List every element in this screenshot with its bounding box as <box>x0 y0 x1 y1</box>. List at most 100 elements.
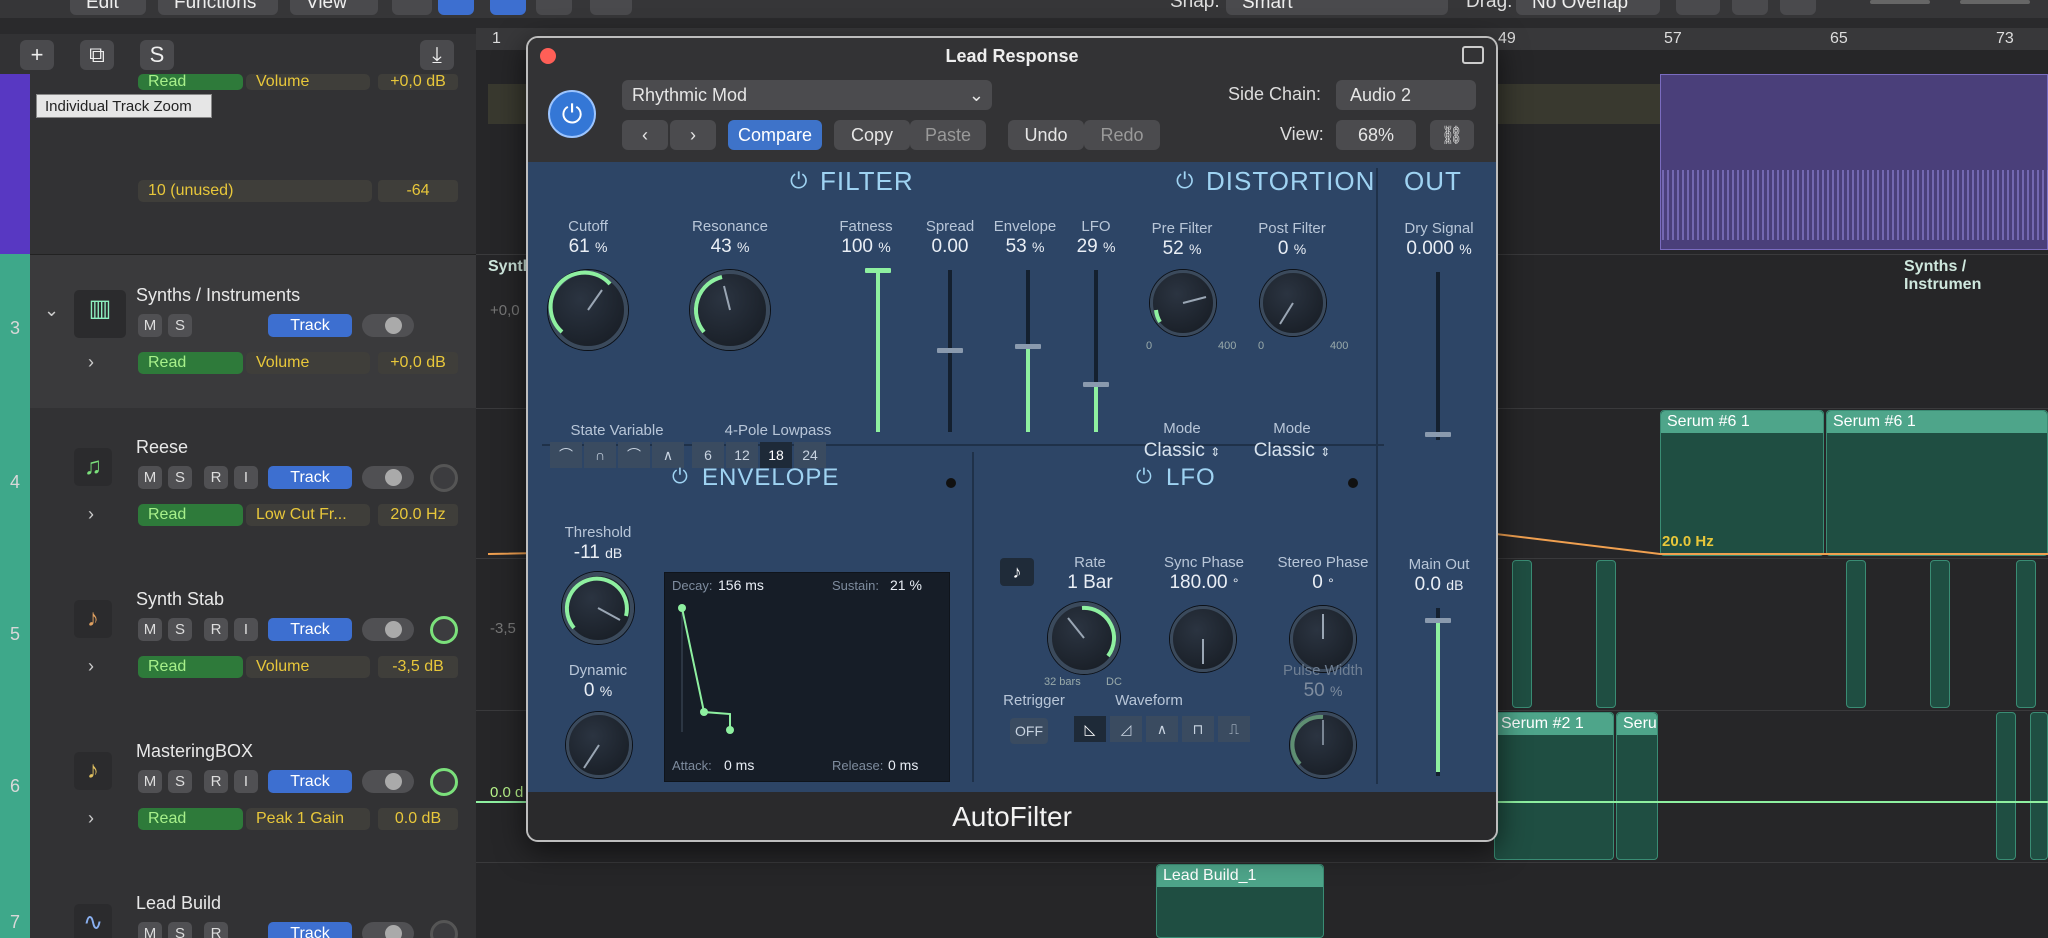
track-button[interactable]: Track <box>268 466 352 489</box>
expand-chevron-icon[interactable]: › <box>88 352 94 373</box>
track-button[interactable]: Track <box>268 770 352 793</box>
undo-button[interactable]: Undo <box>1008 120 1084 150</box>
automation-value-field[interactable]: +0,0 dB <box>378 352 458 374</box>
record-button[interactable]: R <box>204 922 228 938</box>
functions-menu[interactable]: Functions <box>158 0 278 15</box>
catch-icon[interactable] <box>590 0 632 15</box>
track-name[interactable]: Reese <box>136 437 188 458</box>
power-icon[interactable]: ⏻ <box>548 90 596 138</box>
s-button[interactable]: S <box>140 40 174 70</box>
solo-button[interactable]: S <box>168 922 192 938</box>
mute-button[interactable]: M <box>138 770 162 793</box>
flex-tool-icon[interactable] <box>536 0 572 15</box>
download-icon[interactable] <box>1732 0 1768 15</box>
highpass-icon[interactable]: ⌒ <box>618 442 650 468</box>
midi-region[interactable] <box>1996 712 2016 860</box>
track-button[interactable]: Track <box>268 618 352 641</box>
volume-knob[interactable] <box>430 464 458 492</box>
next-preset-icon[interactable]: › <box>670 120 716 150</box>
midi-region[interactable] <box>1846 560 1866 708</box>
pre-mode-select[interactable]: Classic ⇕ <box>1132 440 1232 462</box>
automation-mode-select[interactable]: Read <box>138 74 243 90</box>
track-toggle[interactable] <box>362 770 414 793</box>
triangle-wave-icon[interactable]: ∧ <box>1146 716 1178 742</box>
automation-mode-select[interactable]: Read <box>138 504 243 526</box>
sidechain-select[interactable]: Audio 2 <box>1336 80 1476 110</box>
mute-button[interactable]: M <box>138 618 162 641</box>
midi-region[interactable] <box>1512 560 1532 708</box>
link-icon[interactable]: ⛓ <box>1430 120 1474 150</box>
track-toggle[interactable] <box>362 618 414 641</box>
vertical-zoom-slider[interactable] <box>1870 0 1930 4</box>
region-serum[interactable]: Seru <box>1616 712 1658 860</box>
add-track-button[interactable]: + <box>20 40 54 70</box>
dry-signal-fader[interactable] <box>1436 272 1440 440</box>
expand-chevron-icon[interactable]: › <box>88 808 94 829</box>
unused-param-select[interactable]: 10 (unused) <box>138 180 372 202</box>
lowpass-icon[interactable]: ⌒ <box>550 442 582 468</box>
random-wave-icon[interactable]: ⎍ <box>1218 716 1250 742</box>
waveform-zoom-icon[interactable] <box>1676 0 1720 15</box>
grid-view-icon[interactable] <box>392 0 432 15</box>
region-serum2[interactable]: Serum #2 1 <box>1494 712 1614 860</box>
bandpass-icon[interactable]: ∩ <box>584 442 616 468</box>
automation-param-select[interactable]: Volume <box>246 656 370 678</box>
drag-select[interactable]: No Overlap <box>1516 0 1660 15</box>
retrigger-toggle[interactable]: OFF <box>1010 718 1048 744</box>
unused-value-field[interactable]: -64 <box>378 180 458 202</box>
automation-param-select[interactable]: Peak 1 Gain <box>246 808 370 830</box>
volume-knob[interactable] <box>430 768 458 796</box>
midi-region[interactable] <box>2016 560 2036 708</box>
main-out-cap[interactable] <box>1425 618 1451 623</box>
record-button[interactable]: R <box>204 770 228 793</box>
solo-button[interactable]: S <box>168 770 192 793</box>
lfo-power-icon[interactable]: ⏻ <box>1136 466 1152 489</box>
expand-chevron-icon[interactable]: › <box>88 656 94 677</box>
automation-value-field[interactable]: -3,5 dB <box>378 656 458 678</box>
square-wave-icon[interactable]: ⊓ <box>1182 716 1214 742</box>
solo-button[interactable]: S <box>168 314 192 337</box>
prev-preset-icon[interactable]: ‹ <box>622 120 668 150</box>
view-zoom-select[interactable]: 68% <box>1336 120 1416 150</box>
spread-cap[interactable] <box>937 348 963 353</box>
solo-button[interactable]: S <box>168 618 192 641</box>
track-button[interactable]: Track <box>268 314 352 337</box>
automation-param-select[interactable]: Low Cut Fr... <box>246 504 370 526</box>
automation-mode-select[interactable]: Read <box>138 808 243 830</box>
solo-button[interactable]: S <box>168 466 192 489</box>
envelope-cap[interactable] <box>1015 344 1041 349</box>
redo-button[interactable]: Redo <box>1084 120 1160 150</box>
mute-button[interactable]: M <box>138 922 162 938</box>
record-button[interactable]: R <box>204 618 228 641</box>
midi-region[interactable] <box>1596 560 1616 708</box>
track-toggle[interactable] <box>362 314 414 337</box>
dry-signal-cap[interactable] <box>1425 432 1451 437</box>
track-button[interactable]: Track <box>268 922 352 938</box>
lfo-cap[interactable] <box>1083 382 1109 387</box>
envelope-power-icon[interactable]: ⏻ <box>672 466 688 489</box>
automation-param-select[interactable]: Volume <box>246 352 370 374</box>
post-mode-select[interactable]: Classic ⇕ <box>1242 440 1342 462</box>
preset-select[interactable]: Rhythmic Mod ⌄ <box>622 80 992 110</box>
pencil-tool-icon[interactable] <box>490 0 526 15</box>
mute-button[interactable]: M <box>138 466 162 489</box>
peak-icon[interactable]: ∧ <box>652 442 684 468</box>
expand-chevron-icon[interactable]: › <box>88 504 94 525</box>
input-monitor-button[interactable]: I <box>234 618 258 641</box>
track-name[interactable]: Lead Build <box>136 893 221 914</box>
automation-mode-select[interactable]: Read <box>138 352 243 374</box>
automation-mode-select[interactable]: Read <box>138 656 243 678</box>
edit-menu[interactable]: Edit <box>70 0 146 15</box>
catch-playhead-icon[interactable]: ⤓ <box>420 40 454 70</box>
copy-button[interactable]: Copy <box>834 120 910 150</box>
volume-knob[interactable] <box>430 616 458 644</box>
paste-button[interactable]: Paste <box>910 120 986 150</box>
duplicate-track-icon[interactable]: ⧉ <box>80 40 114 70</box>
track-name[interactable]: Synths / Instruments <box>136 285 300 306</box>
track-name[interactable]: Synth Stab <box>136 589 224 610</box>
saw-down-wave-icon[interactable]: ◺ <box>1074 716 1106 742</box>
compare-button[interactable]: Compare <box>728 120 822 150</box>
snap-select[interactable]: Smart <box>1226 0 1448 15</box>
automation-value-field[interactable]: 20.0 Hz <box>378 504 458 526</box>
input-monitor-button[interactable]: I <box>234 770 258 793</box>
